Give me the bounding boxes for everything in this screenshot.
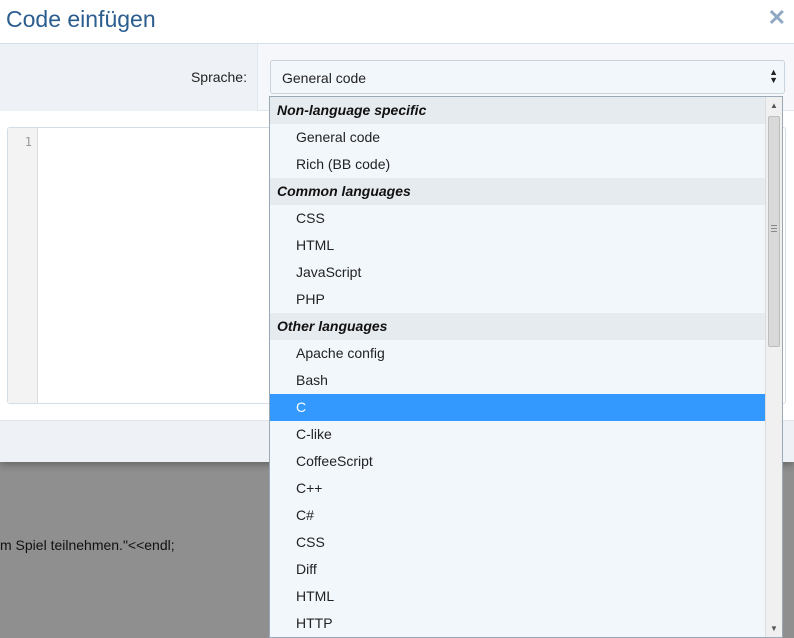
language-select[interactable]: General code ▲ ▼ xyxy=(270,60,785,94)
dropdown-option[interactable]: C++ xyxy=(270,475,766,502)
label-column: Sprache: xyxy=(0,44,258,111)
dialog-title: Code einfügen xyxy=(6,6,156,32)
dropdown-option[interactable]: C-like xyxy=(270,421,766,448)
dropdown-option[interactable]: C# xyxy=(270,502,766,529)
dropdown-option[interactable]: Rich (BB code) xyxy=(270,151,766,178)
dropdown-option[interactable]: Apache config xyxy=(270,340,766,367)
scroll-down-arrow-icon[interactable]: ▼ xyxy=(766,620,782,637)
dropdown-option[interactable]: CSS xyxy=(270,205,766,232)
dropdown-option[interactable]: CSS xyxy=(270,529,766,556)
sort-arrows-icon: ▲ ▼ xyxy=(769,67,778,85)
dropdown-group-header: Non-language specific xyxy=(270,97,766,124)
close-icon[interactable]: ✕ xyxy=(768,4,786,32)
dropdown-options: Non-language specific General code Rich (B… xyxy=(270,97,766,637)
dropdown-option-selected[interactable]: C xyxy=(270,394,766,421)
dropdown-option[interactable]: PHP xyxy=(270,286,766,313)
dropdown-option[interactable]: HTTP xyxy=(270,610,766,637)
dropdown-option[interactable]: Diff xyxy=(270,556,766,583)
dropdown-group-header: Common languages xyxy=(270,178,766,205)
language-select-value: General code xyxy=(282,70,367,86)
background-page-text: m Spiel teilnehmen."<<endl; xyxy=(0,537,175,553)
scroll-up-arrow-icon[interactable]: ▲ xyxy=(766,97,782,114)
scrollbar-thumb[interactable] xyxy=(768,116,780,347)
dropdown-option[interactable]: CoffeeScript xyxy=(270,448,766,475)
line-number: 1 xyxy=(24,135,32,149)
dropdown-option[interactable]: General code xyxy=(270,124,766,151)
dropdown-option[interactable]: JavaScript xyxy=(270,259,766,286)
dropdown-option[interactable]: HTML xyxy=(270,232,766,259)
language-dropdown-list[interactable]: Non-language specific General code Rich (B… xyxy=(269,96,783,638)
language-label: Sprache: xyxy=(190,69,247,85)
dropdown-group-header: Other languages xyxy=(270,313,766,340)
dropdown-option[interactable]: HTML xyxy=(270,583,766,610)
scrollbar-grip-icon xyxy=(771,225,777,232)
dropdown-option[interactable]: Bash xyxy=(270,367,766,394)
dropdown-scrollbar[interactable]: ▲ ▼ xyxy=(765,97,782,637)
line-number-gutter: 1 xyxy=(8,128,38,403)
